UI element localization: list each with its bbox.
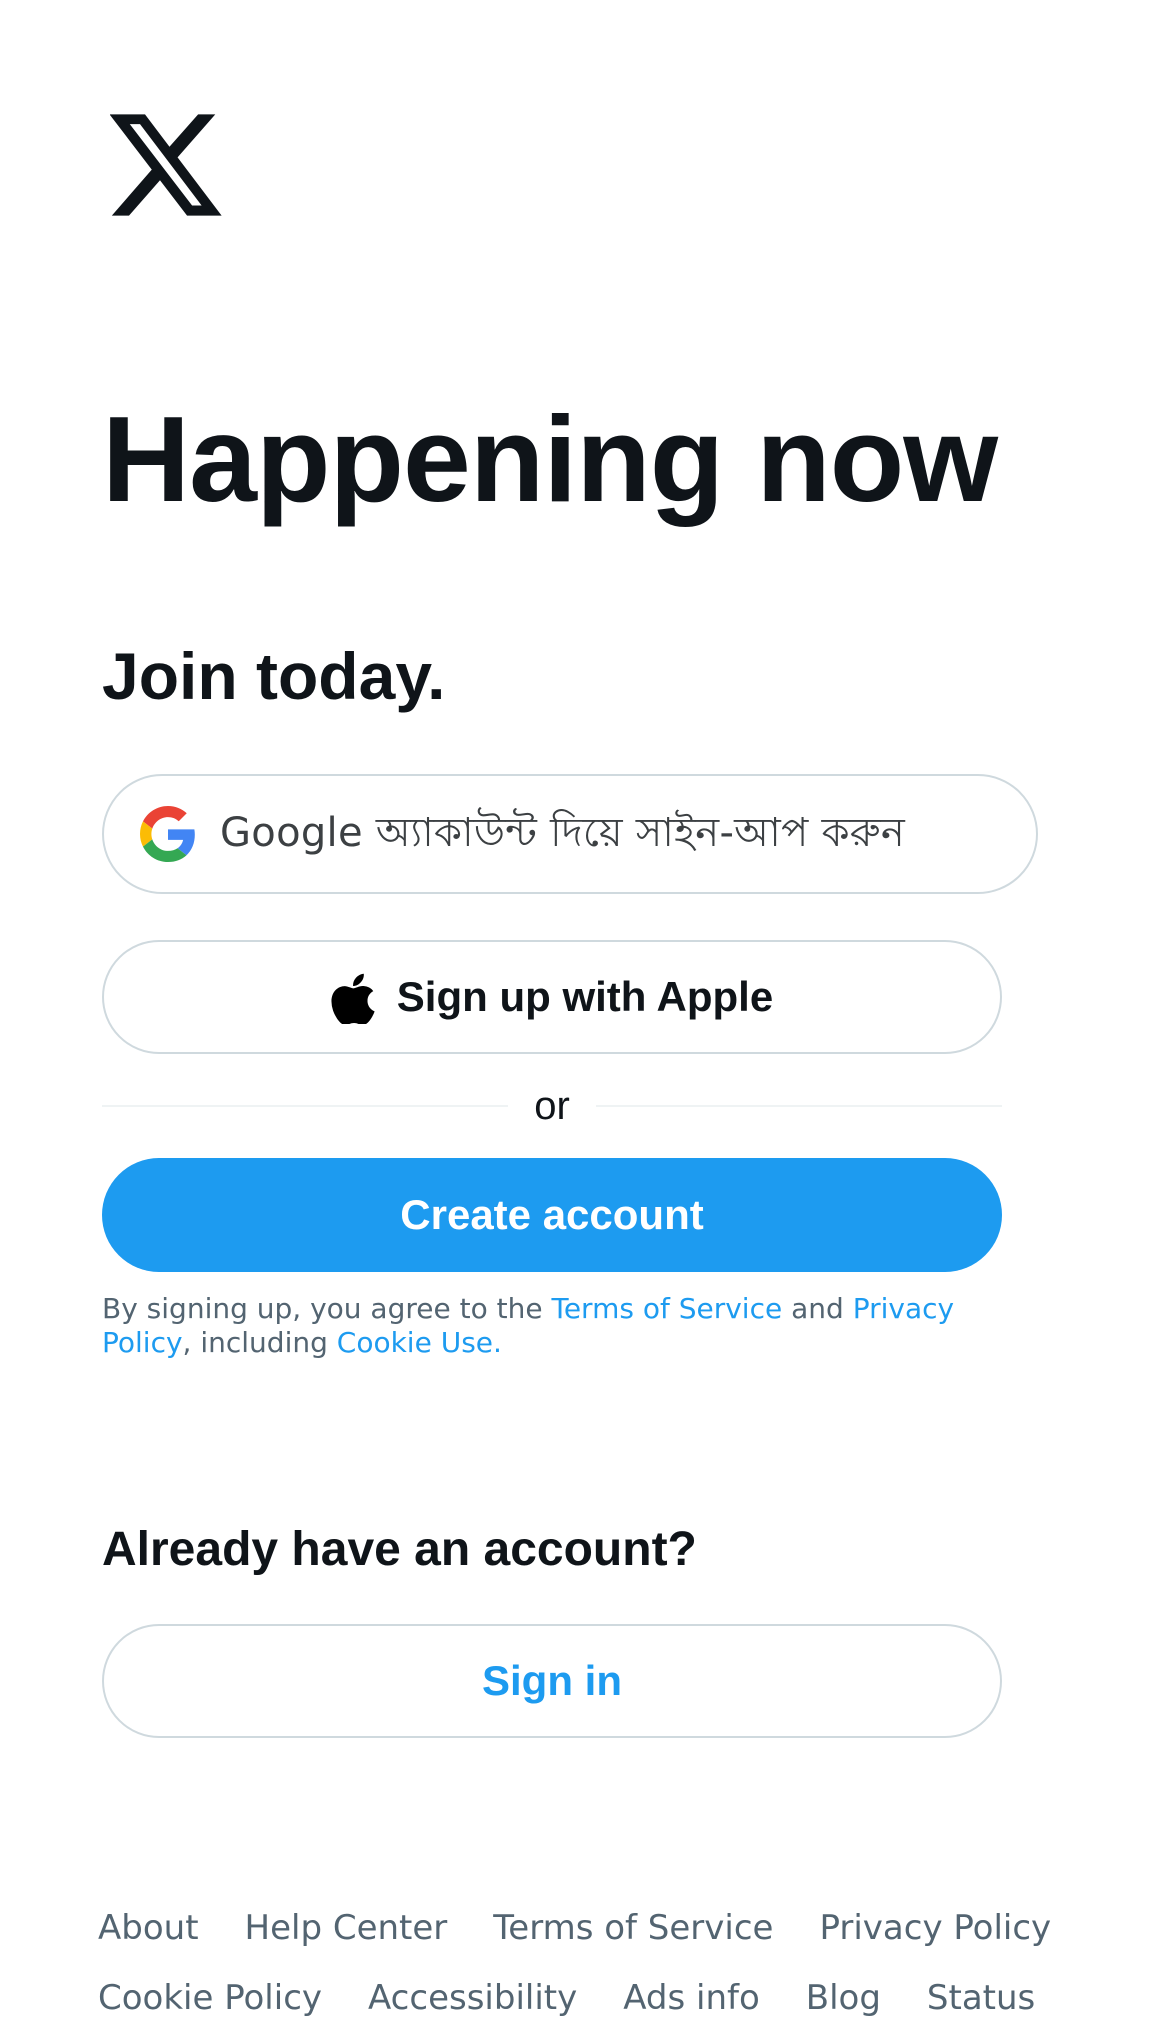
- or-label: or: [534, 1084, 570, 1128]
- footer-link-status[interactable]: Status: [927, 1974, 1035, 2022]
- already-have-account-heading: Already have an account?: [102, 1523, 697, 1576]
- apple-icon: [331, 970, 375, 1024]
- google-icon: [140, 806, 196, 862]
- footer-link-accessibility[interactable]: Accessibility: [368, 1974, 577, 2022]
- terms-of-service-link[interactable]: Terms of Service: [551, 1292, 782, 1325]
- page-title: Happening now: [102, 391, 998, 527]
- legal-prefix: By signing up, you agree to the: [102, 1292, 552, 1325]
- footer-link-blog[interactable]: Blog: [806, 1974, 881, 2022]
- sign-in-button[interactable]: Sign in: [102, 1624, 1002, 1738]
- footer-link-about[interactable]: About: [98, 1904, 199, 1952]
- footer-link-ads-info[interactable]: Ads info: [623, 1974, 760, 2022]
- create-account-label: Create account: [400, 1191, 704, 1238]
- cookie-use-link[interactable]: Cookie Use.: [337, 1326, 502, 1359]
- footer-link-terms[interactable]: Terms of Service: [493, 1904, 773, 1952]
- google-signup-label: Google অ্যাকাউন্ট দিয়ে সাইন-আপ করুন: [220, 809, 906, 856]
- legal-notice: By signing up, you agree to the Terms of…: [102, 1292, 962, 1360]
- legal-including: , including: [182, 1326, 337, 1359]
- or-divider: or: [102, 1084, 1003, 1128]
- footer-nav: About Help Center Terms of Service Priva…: [98, 1904, 1138, 2022]
- x-logo-icon: [110, 112, 222, 218]
- legal-and: and: [782, 1292, 853, 1325]
- google-signup-button[interactable]: Google অ্যাকাউন্ট দিয়ে সাইন-আপ করুন: [102, 774, 1038, 894]
- divider-line-right: [595, 1105, 1003, 1107]
- create-account-button[interactable]: Create account: [102, 1158, 1002, 1272]
- footer-link-cookie-policy[interactable]: Cookie Policy: [98, 1974, 322, 2022]
- join-heading: Join today.: [102, 639, 446, 713]
- apple-signup-label: Sign up with Apple: [396, 973, 774, 1020]
- footer-link-help-center[interactable]: Help Center: [245, 1904, 448, 1952]
- divider-line-left: [102, 1105, 509, 1107]
- apple-signup-button[interactable]: Sign up with Apple: [102, 940, 1002, 1054]
- footer-link-privacy[interactable]: Privacy Policy: [819, 1904, 1051, 1952]
- sign-in-label: Sign in: [482, 1657, 622, 1704]
